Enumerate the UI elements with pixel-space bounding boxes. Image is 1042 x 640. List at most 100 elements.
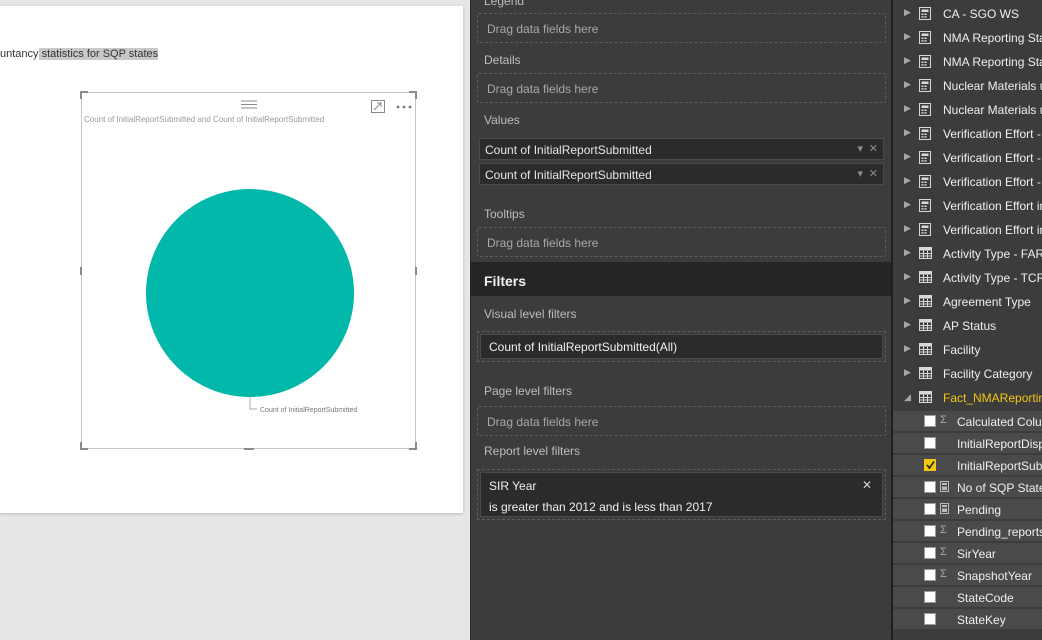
field-list-item[interactable]: ▶ AP Status (893, 313, 1042, 337)
chevron-right-icon[interactable]: ▶ (904, 367, 911, 378)
field-list-item[interactable]: ▶ Verification Effort in (893, 217, 1042, 241)
table-field-item[interactable]: StateCode (893, 586, 1042, 607)
table-field-item[interactable]: Σ SnapshotYear (893, 564, 1042, 585)
table-field-item[interactable]: Σ Calculated Colun (893, 410, 1042, 431)
field-checkbox[interactable] (924, 503, 936, 515)
chevron-right-icon[interactable]: ▶ (904, 151, 911, 162)
chevron-right-icon[interactable]: ▶ (904, 79, 911, 90)
field-list-item-label: Verification Effort - (943, 127, 1041, 141)
field-list-item-label: Nuclear Materials u (943, 103, 1042, 117)
chevron-right-icon[interactable]: ▶ (904, 31, 911, 42)
report-page[interactable]: untancy statistics for SQP states Count … (0, 6, 463, 513)
legend-leader-line (249, 397, 257, 410)
table-field-item[interactable]: InitialReportSubr (893, 454, 1042, 475)
field-list-item[interactable]: ▶ Nuclear Materials u (893, 73, 1042, 97)
calculator-icon (940, 503, 949, 517)
chevron-right-icon[interactable]: ▶ (904, 127, 911, 138)
table-icon (919, 319, 932, 334)
sigma-icon: Σ (940, 524, 947, 536)
table-field-label: StateCode (957, 591, 1014, 605)
field-list-item[interactable]: ▶ NMA Reporting Sta (893, 25, 1042, 49)
field-list-item[interactable]: ▶ Activity Type - TCR (893, 265, 1042, 289)
table-field-label: SnapshotYear (957, 569, 1032, 583)
field-list-item[interactable]: ▶ Verification Effort in (893, 193, 1042, 217)
field-list-item-label: Facility (943, 343, 981, 357)
values-field-item[interactable]: Count of InitialReportSubmitted ▾ ✕ (479, 138, 884, 160)
legend-drop-zone[interactable]: Drag data fields here (477, 13, 886, 43)
chevron-right-icon[interactable]: ▶ (904, 295, 911, 306)
chevron-right-icon[interactable]: ▶ (904, 223, 911, 234)
report-level-filter-item[interactable]: SIR Year is greater than 2012 and is les… (480, 472, 883, 517)
field-list-item[interactable]: ▶ Nuclear Materials u (893, 97, 1042, 121)
pie-chart: Count of InitialReportSubmitted (146, 189, 357, 414)
values-field-name: Count of InitialReportSubmitted (485, 143, 652, 157)
tooltips-drop-zone[interactable]: Drag data fields here (477, 227, 886, 257)
details-well-label: Details (484, 53, 521, 67)
field-checkbox[interactable] (924, 481, 936, 493)
field-checkbox[interactable] (924, 547, 936, 559)
chevron-right-icon[interactable]: ▶ (904, 343, 911, 354)
textbox-text: untancy (0, 48, 39, 60)
table-field-item[interactable]: Σ Pending_reports (893, 520, 1042, 541)
chevron-right-icon[interactable]: ▶ (904, 103, 911, 114)
pie-chart-visual[interactable]: Count of InitialReportSubmitted and Coun… (80, 91, 417, 450)
textbox-selected-text[interactable]: statistics for SQP states (38, 48, 159, 60)
field-list-item-label: Activity Type - FAR (943, 247, 1042, 261)
field-checkbox[interactable] (924, 459, 936, 471)
chevron-right-icon[interactable]: ▶ (904, 319, 911, 330)
report-level-filter-card[interactable]: SIR Year is greater than 2012 and is les… (477, 469, 886, 520)
field-list-item[interactable]: ▶ Verification Effort - (893, 121, 1042, 145)
chevron-right-icon[interactable]: ▶ (904, 7, 911, 18)
field-checkbox[interactable] (924, 613, 936, 625)
field-list-item[interactable]: ▶ Activity Type - FAR (893, 241, 1042, 265)
field-list-item-label: Facility Category (943, 367, 1033, 381)
field-list-item-label: Verification Effort in (943, 223, 1042, 237)
page-level-drop-zone[interactable]: Drag data fields here (477, 406, 886, 436)
field-list-item[interactable]: ▶ Agreement Type (893, 289, 1042, 313)
remove-filter-icon[interactable]: ✕ (862, 478, 872, 492)
chevron-right-icon[interactable]: ▶ (904, 199, 911, 210)
chevron-down-icon[interactable]: ▾ (857, 167, 863, 180)
visual-level-filter-item[interactable]: Count of InitialReportSubmitted(All) (480, 334, 883, 359)
table-field-label: Calculated Colun (957, 415, 1042, 429)
remove-field-icon[interactable]: ✕ (869, 167, 878, 180)
visual-level-filter-card[interactable]: Count of InitialReportSubmitted(All) (477, 331, 886, 362)
field-list-item[interactable]: ▶ Verification Effort - (893, 145, 1042, 169)
sigma-icon: Σ (940, 414, 947, 426)
sigma-icon: Σ (940, 568, 947, 580)
table-field-item[interactable]: No of SQP State (893, 476, 1042, 497)
table-field-item[interactable]: Σ SirYear (893, 542, 1042, 563)
remove-field-icon[interactable]: ✕ (869, 142, 878, 155)
chevron-right-icon[interactable]: ▶ (904, 247, 911, 258)
field-checkbox[interactable] (924, 525, 936, 537)
field-checkbox[interactable] (924, 569, 936, 581)
field-list-item-label: CA - SGO WS (943, 7, 1020, 21)
field-checkbox[interactable] (924, 591, 936, 603)
values-field-item[interactable]: Count of InitialReportSubmitted ▾ ✕ (479, 163, 884, 185)
pie-data-label: Count of InitialReportSubmitted (260, 407, 357, 414)
chevron-right-icon[interactable]: ▶ (904, 271, 911, 282)
table-field-item[interactable]: InitialReportDisp (893, 432, 1042, 453)
field-list-item-label: Agreement Type (943, 295, 1031, 309)
report-canvas: untancy statistics for SQP states Count … (0, 0, 470, 640)
details-drop-zone[interactable]: Drag data fields here (477, 73, 886, 103)
table-field-label: InitialReportSubr (957, 459, 1042, 473)
chevron-right-icon[interactable]: ▶ (904, 55, 911, 66)
field-list-item-expanded[interactable]: ◢ Fact_NMAReporting (893, 385, 1042, 409)
textbox-visual[interactable]: untancy statistics for SQP states (0, 48, 159, 60)
chevron-down-icon[interactable]: ◢ (904, 392, 911, 403)
field-checkbox[interactable] (924, 437, 936, 449)
field-list-item[interactable]: ▶ Facility Category (893, 361, 1042, 385)
table-field-item[interactable]: StateKey (893, 608, 1042, 629)
visual-level-filters-label: Visual level filters (484, 307, 577, 321)
table-field-item[interactable]: Pending (893, 498, 1042, 519)
chevron-down-icon[interactable]: ▾ (857, 142, 863, 155)
field-list-item[interactable]: ▶ NMA Reporting Sta (893, 49, 1042, 73)
pie-slice[interactable] (146, 189, 354, 397)
chevron-right-icon[interactable]: ▶ (904, 175, 911, 186)
field-checkbox[interactable] (924, 415, 936, 427)
field-list-item[interactable]: ▶ Verification Effort - (893, 169, 1042, 193)
field-list-item[interactable]: ▶ Facility (893, 337, 1042, 361)
field-list-item[interactable]: ▶ CA - SGO WS (893, 1, 1042, 25)
calculator-icon (919, 127, 931, 143)
